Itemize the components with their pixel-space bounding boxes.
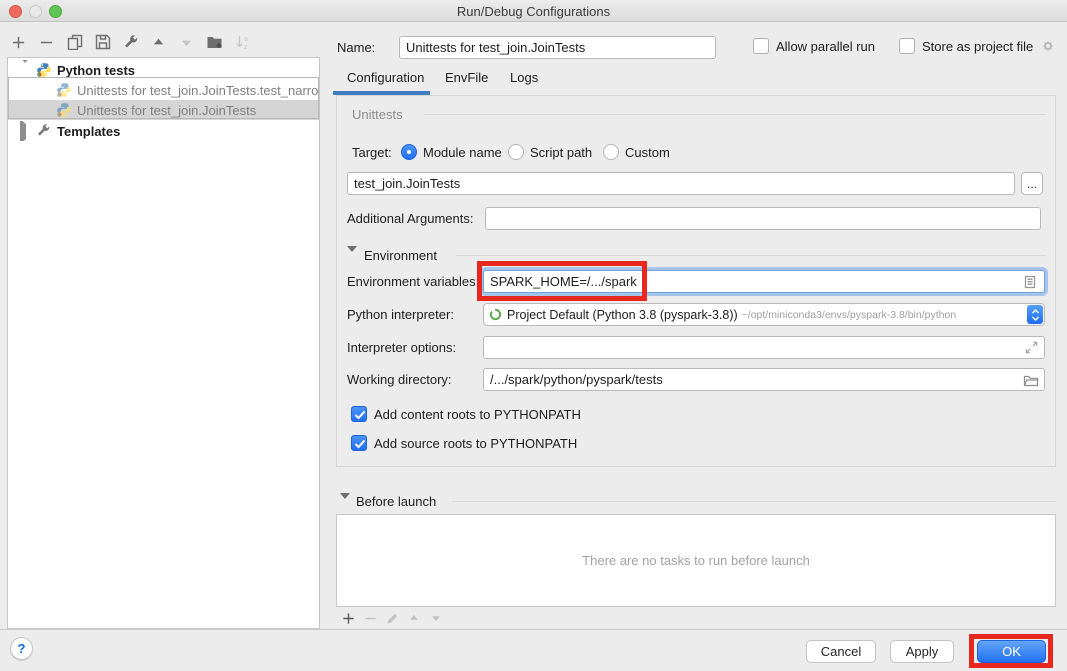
- remove-configuration-icon[interactable]: [38, 34, 55, 51]
- move-down-icon: [178, 34, 195, 51]
- interpreter-options-input[interactable]: [483, 336, 1045, 359]
- environment-variables-label: Environment variables:: [347, 274, 479, 289]
- tab-logs[interactable]: Logs: [510, 70, 538, 91]
- additional-arguments-label: Additional Arguments:: [347, 211, 473, 226]
- working-directory-label: Working directory:: [347, 372, 452, 387]
- configurations-toolbar: az: [10, 30, 251, 54]
- sort-alphabetically-icon: az: [234, 34, 251, 51]
- environment-section-rule: [456, 255, 1046, 256]
- add-source-roots-checkbox[interactable]: [351, 435, 367, 451]
- python-tests-icon: [56, 82, 72, 98]
- move-task-down-icon: [429, 611, 443, 625]
- python-interpreter-select[interactable]: Project Default (Python 3.8 (pyspark-3.8…: [483, 303, 1045, 326]
- tab-envfile[interactable]: EnvFile: [445, 70, 488, 91]
- before-launch-toolbar: [341, 611, 443, 625]
- wrench-icon: [36, 123, 52, 139]
- folder-icon[interactable]: [1023, 372, 1039, 388]
- svg-text:a: a: [244, 36, 248, 43]
- configurations-tree: Python tests Unittests for test_join.Joi…: [7, 57, 320, 629]
- tree-item-unittest-narrow[interactable]: Unittests for test_join.JoinTests.test_n…: [8, 80, 319, 100]
- apply-button[interactable]: Apply: [890, 640, 954, 663]
- before-launch-label: Before launch: [356, 494, 436, 509]
- before-launch-rule: [452, 501, 1056, 502]
- python-interpreter-path: ~/opt/miniconda3/envs/pyspark-3.8/bin/py…: [742, 309, 957, 321]
- name-input[interactable]: [399, 36, 716, 59]
- tab-configuration[interactable]: Configuration: [347, 70, 424, 91]
- chevron-right-icon[interactable]: [20, 124, 30, 139]
- add-task-icon[interactable]: [341, 611, 355, 625]
- tree-item-templates[interactable]: Templates: [8, 121, 319, 141]
- store-as-project-file-checkbox[interactable]: [899, 38, 915, 54]
- additional-arguments-input[interactable]: [485, 207, 1041, 230]
- edit-templates-icon[interactable]: [122, 34, 139, 51]
- env-variables-list-icon[interactable]: [1022, 274, 1038, 290]
- add-content-roots-label: Add content roots to PYTHONPATH: [374, 407, 581, 422]
- edit-task-icon: [385, 611, 399, 625]
- move-up-icon[interactable]: [150, 34, 167, 51]
- ok-button[interactable]: OK: [977, 640, 1046, 663]
- add-source-roots-label: Add source roots to PYTHONPATH: [374, 436, 577, 451]
- python-interpreter-value: Project Default (Python 3.8 (pyspark-3.8…: [507, 308, 738, 322]
- tree-item-label: Unittests for test_join.JoinTests: [77, 103, 256, 118]
- radio-custom[interactable]: [603, 144, 619, 160]
- environment-variables-input[interactable]: [483, 270, 1045, 293]
- add-content-roots-checkbox[interactable]: [351, 406, 367, 422]
- python-tests-icon: [36, 62, 52, 78]
- working-directory-input[interactable]: [483, 368, 1045, 391]
- remove-task-icon: [363, 611, 377, 625]
- radio-script-path[interactable]: [508, 144, 524, 160]
- window-title: Run/Debug Configurations: [0, 4, 1067, 19]
- radio-script-path-label: Script path: [530, 145, 592, 160]
- radio-module-name[interactable]: [401, 144, 417, 160]
- gear-icon[interactable]: [1040, 38, 1056, 54]
- chevron-down-icon[interactable]: [20, 63, 30, 78]
- before-launch-task-list: There are no tasks to run before launch: [336, 514, 1056, 607]
- tree-item-label: Templates: [57, 124, 120, 139]
- tree-item-unittest-jointests[interactable]: Unittests for test_join.JoinTests: [8, 100, 319, 120]
- footer-separator: [0, 629, 1067, 630]
- python-tests-icon: [56, 102, 72, 118]
- interpreter-options-label: Interpreter options:: [347, 340, 456, 355]
- run-debug-configurations-dialog: Run/Debug Configurations az Python test: [0, 0, 1067, 671]
- move-task-up-icon: [407, 611, 421, 625]
- environment-collapse-icon[interactable]: [347, 252, 357, 270]
- select-stepper-icon[interactable]: [1027, 305, 1043, 324]
- tree-item-label: Python tests: [57, 63, 135, 78]
- tree-item-label: Unittests for test_join.JoinTests.test_n…: [77, 83, 319, 98]
- allow-parallel-run-checkbox[interactable]: [753, 38, 769, 54]
- title-bar: Run/Debug Configurations: [0, 0, 1067, 22]
- new-folder-icon[interactable]: [206, 34, 223, 51]
- group-title: Unittests: [352, 107, 409, 122]
- empty-task-list-text: There are no tasks to run before launch: [582, 553, 810, 568]
- store-as-project-file-label: Store as project file: [922, 39, 1033, 54]
- svg-text:z: z: [244, 44, 248, 50]
- allow-parallel-run-label: Allow parallel run: [776, 39, 875, 54]
- radio-module-name-label: Module name: [423, 145, 502, 160]
- python-interpreter-env-icon: [489, 308, 502, 321]
- environment-section-label: Environment: [364, 248, 437, 263]
- python-interpreter-label: Python interpreter:: [347, 307, 454, 322]
- add-configuration-icon[interactable]: [10, 34, 27, 51]
- group-title-rule: [424, 114, 1046, 115]
- radio-custom-label: Custom: [625, 145, 670, 160]
- name-label: Name:: [337, 40, 375, 55]
- browse-target-button[interactable]: ...: [1021, 172, 1043, 195]
- tree-item-python-tests[interactable]: Python tests: [8, 60, 319, 80]
- help-button[interactable]: ?: [10, 637, 33, 660]
- target-label: Target:: [352, 145, 392, 160]
- cancel-button[interactable]: Cancel: [806, 640, 876, 663]
- target-input[interactable]: [347, 172, 1015, 195]
- copy-configuration-icon[interactable]: [66, 34, 83, 51]
- save-configuration-icon[interactable]: [94, 34, 111, 51]
- expand-field-icon[interactable]: [1024, 340, 1040, 356]
